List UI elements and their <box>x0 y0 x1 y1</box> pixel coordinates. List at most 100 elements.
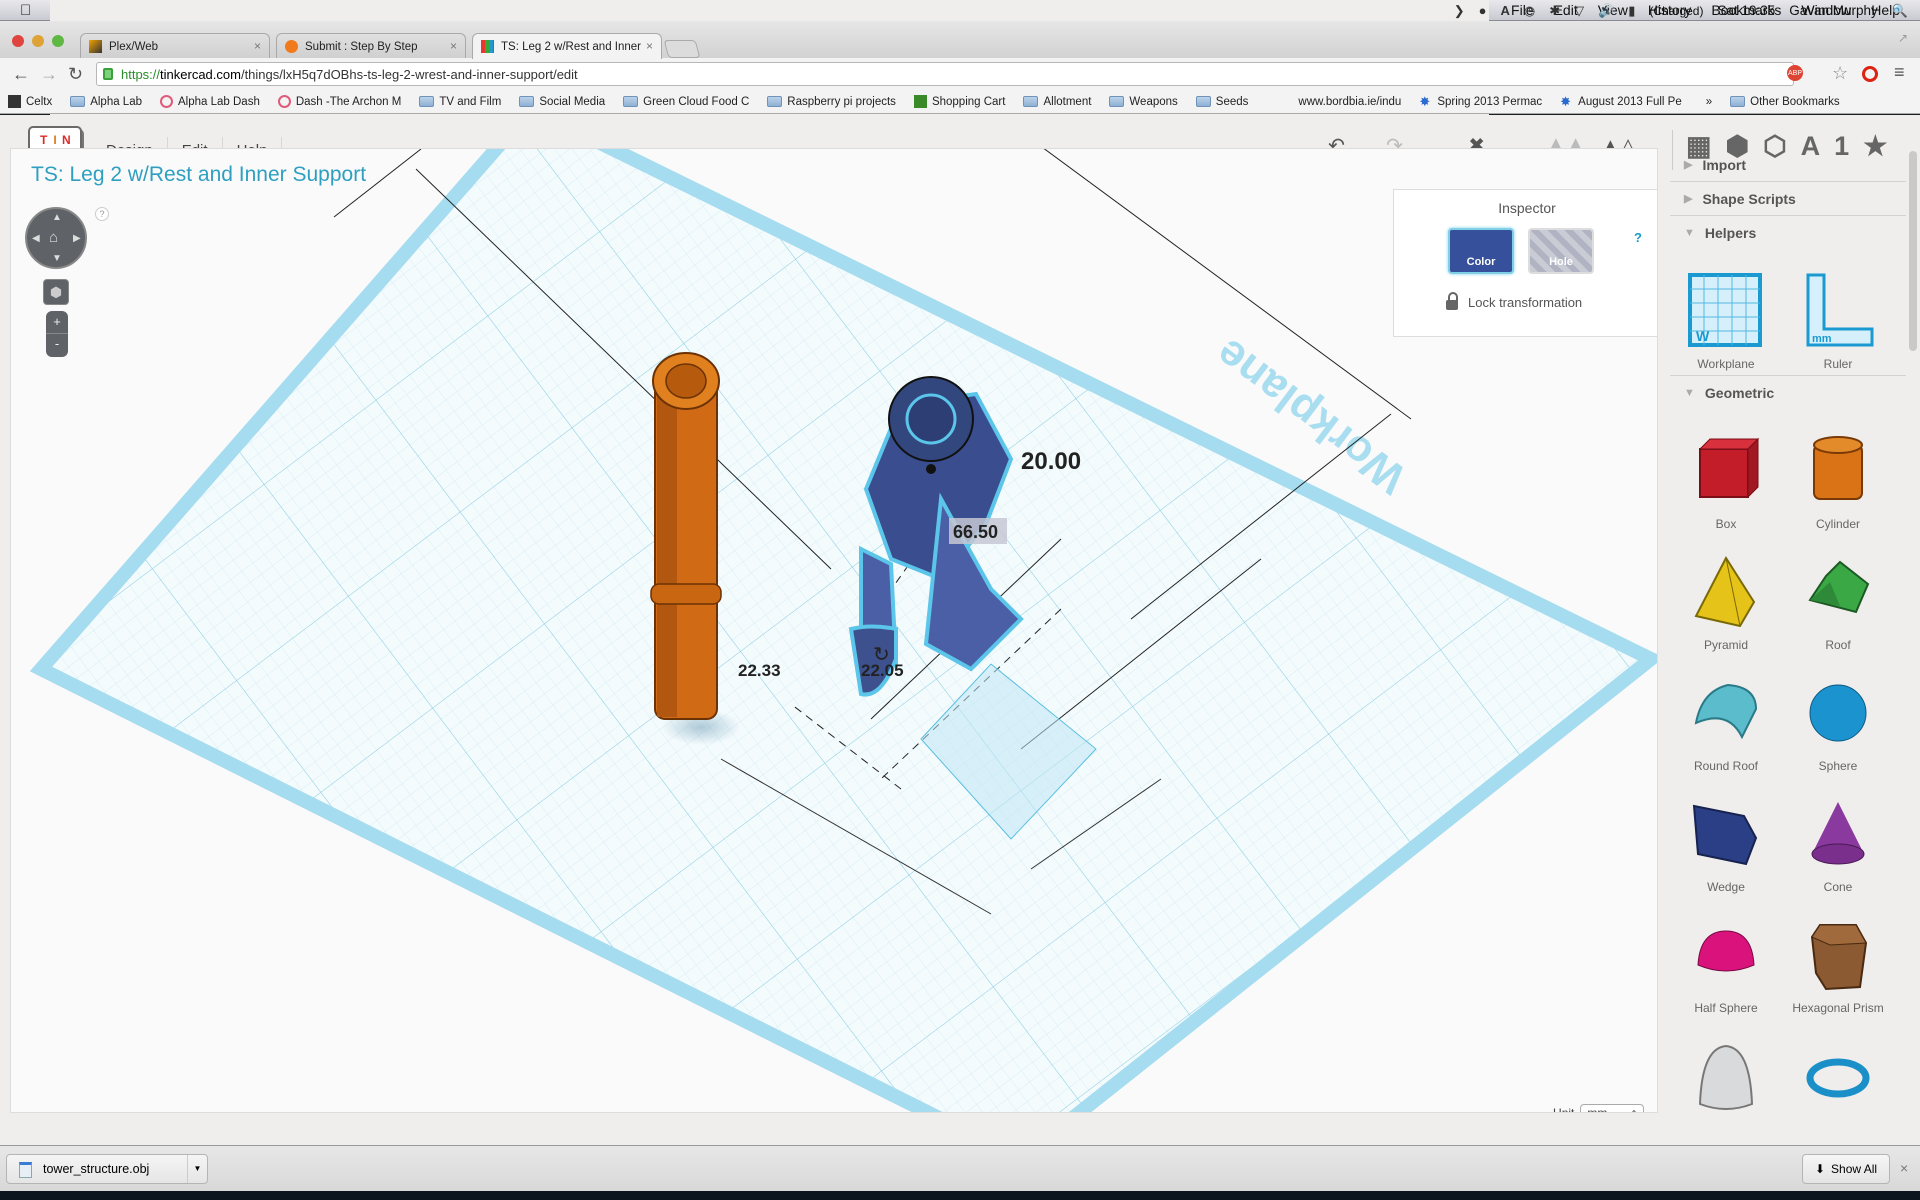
close-tab-icon[interactable]: × <box>450 39 457 53</box>
clock[interactable]: Sat 19:35 <box>1717 3 1775 18</box>
orange-cylinder-object[interactable] <box>650 352 722 720</box>
expand-icon: ▶ <box>1684 193 1693 205</box>
minimize-window-button[interactable] <box>32 35 44 47</box>
orbit-left-icon[interactable]: ◀ <box>32 233 40 244</box>
shape-cone[interactable]: Cone <box>1782 779 1894 894</box>
spotlight-icon[interactable]: 🔍 <box>1892 3 1908 19</box>
bookmark-item[interactable]: Alpha Lab Dash <box>160 95 260 108</box>
menu-icon[interactable]: ≡ <box>1894 62 1905 83</box>
helper-ruler[interactable]: mm Ruler <box>1782 256 1894 371</box>
new-tab-button[interactable] <box>663 40 701 58</box>
os-menubar:  Chrome File Edit View History Bookmark… <box>0 0 1920 640</box>
shape-sphere[interactable]: Sphere <box>1782 658 1894 773</box>
bookmark-item[interactable]: Alpha Lab <box>70 96 142 108</box>
shape-box[interactable]: Box <box>1670 416 1782 531</box>
panel-scrollbar[interactable] <box>1909 151 1917 351</box>
bookmark-item[interactable]: ✸ Spring 2013 Permac <box>1419 95 1542 108</box>
fullscreen-icon[interactable]: ↗ <box>1898 31 1908 45</box>
bookmarks-overflow[interactable]: » <box>1706 96 1712 108</box>
inspector-help[interactable]: ? <box>1634 230 1642 245</box>
shape-torus-thin[interactable]: Torus thin <box>1782 1021 1894 1113</box>
home-view-icon[interactable]: ⌂ <box>49 229 58 246</box>
collapse-icon: ▼ <box>1684 387 1695 399</box>
bookmark-item[interactable]: Dash -The Archon M <box>277 95 401 108</box>
volume-icon[interactable]: 🔊 <box>1598 3 1614 19</box>
orbit-right-icon[interactable]: ▶ <box>73 233 81 244</box>
orbit-down-icon[interactable]: ▼ <box>52 253 62 264</box>
back-icon[interactable]: ← <box>12 64 30 85</box>
other-bookmarks[interactable]: Other Bookmarks <box>1730 96 1840 108</box>
bookmark-item[interactable]: Seeds <box>1195 96 1248 108</box>
view-help-button[interactable]: ? <box>95 207 109 221</box>
time-machine-icon[interactable]: ◷ <box>1524 3 1535 19</box>
address-bar[interactable]: https:// tinkercad.com /things/lxH5q7dOB… <box>96 62 1803 86</box>
growl-icon[interactable]: ● <box>1479 3 1487 18</box>
download-item[interactable]: tower_structure.obj ▼ <box>6 1154 208 1184</box>
lock-transformation-toggle[interactable]: Lock transformation <box>1446 292 1582 310</box>
bookmark-item[interactable]: Raspberry pi projects <box>767 96 896 108</box>
color-button[interactable]: Color <box>1448 228 1514 274</box>
battery-status[interactable]: (Charged) <box>1649 4 1703 18</box>
tab-plex[interactable]: Plex/Web × <box>80 33 270 59</box>
orbit-control[interactable]: ▲ ◀ ⌂ ▶ ▼ <box>25 207 87 269</box>
adblock-icon[interactable]: ABP <box>1787 65 1803 81</box>
bookmark-item[interactable]: ✸ August 2013 Full Pe <box>1560 95 1682 108</box>
tinkercad-app: TINKERCAD Design Edit Help ↶ Undo ↷ Redo… <box>0 115 1920 1145</box>
hole-button[interactable]: Hole <box>1528 228 1594 274</box>
opera-ext-icon[interactable] <box>1862 66 1878 82</box>
shape-roof[interactable]: Roof <box>1782 537 1894 652</box>
shape-wedge[interactable]: Wedge <box>1670 779 1782 894</box>
design-title[interactable]: TS: Leg 2 w/Rest and Inner Support <box>31 163 366 187</box>
bluetooth-icon[interactable]: ✱ <box>1549 3 1560 19</box>
plex-status-icon[interactable]: ❯ <box>1454 3 1465 19</box>
shape-paraboloid[interactable]: Paraboloid <box>1670 1021 1782 1113</box>
shape-cylinder[interactable]: Cylinder <box>1782 416 1894 531</box>
zoom-out-button[interactable]: - <box>46 334 68 356</box>
adobe-icon[interactable]: A <box>1500 3 1509 18</box>
download-menu-icon[interactable]: ▼ <box>187 1155 207 1183</box>
forward-icon[interactable]: → <box>40 64 58 85</box>
close-window-button[interactable] <box>12 35 24 47</box>
tab-submit[interactable]: Submit : Step By Step × <box>276 33 466 59</box>
section-import[interactable]: ▶ Import <box>1670 148 1906 182</box>
fit-view-button[interactable]: ⬢ <box>43 279 69 305</box>
close-tab-icon[interactable]: × <box>646 39 653 53</box>
rotate-handle-icon[interactable]: ↻ <box>873 644 890 666</box>
apple-icon[interactable]:  <box>20 2 32 19</box>
bookmark-item[interactable]: www.bordbia.ie/indu <box>1298 96 1401 108</box>
reload-icon[interactable]: ↻ <box>68 64 84 85</box>
battery-icon[interactable]: ▮ <box>1628 3 1635 19</box>
orbit-up-icon[interactable]: ▲ <box>52 212 62 223</box>
section-shape-scripts[interactable]: ▶ Shape Scripts <box>1670 182 1906 216</box>
zoom-window-button[interactable] <box>52 35 64 47</box>
unit-select[interactable]: mm ⇕ <box>1580 1104 1645 1112</box>
close-download-bar-icon[interactable]: × <box>1900 1160 1908 1176</box>
bookmark-item[interactable]: Social Media <box>519 96 605 108</box>
width-dimension[interactable]: 22.33 <box>738 661 781 680</box>
zoom-in-button[interactable]: + <box>46 311 68 334</box>
shape-round-roof[interactable]: Round Roof <box>1670 658 1782 773</box>
bookmark-item[interactable]: TV and Film <box>419 96 501 108</box>
section-geometric[interactable]: ▼ Geometric <box>1670 376 1906 410</box>
shape-hexagonal-prism[interactable]: Hexagonal Prism <box>1782 900 1894 1015</box>
3d-viewport[interactable]: Workplane 20.00 66.50 22.33 22.05 ↻ TS: … <box>10 148 1658 1113</box>
bookmark-item[interactable]: Shopping Cart <box>913 95 1005 108</box>
bookmark-star-icon[interactable]: ☆ <box>1832 63 1848 84</box>
shape-half-sphere[interactable]: Half Sphere <box>1670 900 1782 1015</box>
close-tab-icon[interactable]: × <box>254 39 261 53</box>
height-dimension[interactable]: 20.00 <box>1021 448 1081 475</box>
bookmark-item[interactable]: Green Cloud Food C <box>623 96 749 108</box>
helper-workplane[interactable]: W Workplane <box>1670 256 1782 371</box>
bookmark-item[interactable]: Allotment <box>1023 96 1091 108</box>
show-all-downloads-button[interactable]: ⬇ Show All <box>1802 1154 1890 1184</box>
tab-tinkercad[interactable]: TS: Leg 2 w/Rest and Inner × <box>472 33 662 59</box>
rotation-dimension[interactable]: 66.50 <box>953 522 998 542</box>
shape-pyramid[interactable]: Pyramid <box>1670 537 1782 652</box>
bookmark-item[interactable]: Celtx <box>8 95 52 108</box>
wifi-icon[interactable]: ▽ <box>1574 3 1584 19</box>
sphere-shape-icon <box>1809 684 1867 742</box>
bookmark-item[interactable]: Weapons <box>1109 96 1178 108</box>
bookmarks-bar: Celtx Alpha Lab Alpha Lab Dash Dash -The Ar… <box>0 90 1920 114</box>
user-name[interactable]: Gavan Murphy <box>1789 3 1878 18</box>
section-helpers[interactable]: ▼ Helpers <box>1670 216 1906 250</box>
